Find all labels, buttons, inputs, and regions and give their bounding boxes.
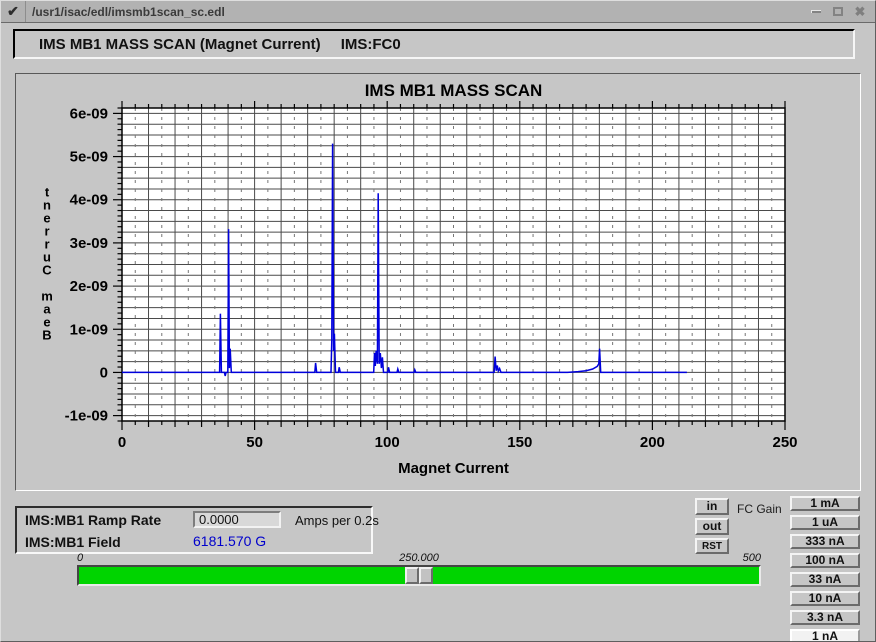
ramp-rate-label: IMS:MB1 Ramp Rate: [25, 512, 161, 528]
y-tick-label: 4e-09: [70, 192, 108, 209]
fc-gain-column: 1 mA 1 uA 333 nA 100 nA 33 nA 10 nA 3.3 …: [790, 496, 860, 642]
y-tick-label: 6e-09: [70, 105, 108, 122]
y-tick-label: -1e-09: [65, 408, 108, 425]
titlebar: ✔ /usr1/isac/edl/imsmb1scan_sc.edl ✖: [1, 1, 875, 23]
slider-thumb-left-half: [405, 567, 419, 584]
window-menu-icon[interactable]: ✔: [1, 1, 26, 22]
maximize-icon: [833, 7, 843, 16]
fc-gain-label: FC Gain: [737, 502, 782, 516]
gain-button-1ma[interactable]: 1 mA: [790, 496, 860, 511]
window-controls: ✖: [801, 1, 875, 22]
gain-button-33na[interactable]: 33 nA: [790, 572, 860, 587]
minimize-button[interactable]: [809, 5, 823, 19]
ramp-rate-input[interactable]: [193, 511, 281, 528]
gain-button-10na[interactable]: 10 nA: [790, 591, 860, 606]
gain-button-100na[interactable]: 100 nA: [790, 553, 860, 568]
field-label: IMS:MB1 Field: [25, 534, 121, 550]
y-tick-label: 5e-09: [70, 149, 108, 166]
close-button[interactable]: ✖: [853, 5, 867, 19]
ramp-panel: IMS:MB1 Ramp Rate Amps per 0.2s IMS:MB1 …: [15, 506, 373, 554]
y-tick-label: 3e-09: [70, 235, 108, 252]
header-box: IMS MB1 MASS SCAN (Magnet Current) IMS:F…: [13, 29, 855, 59]
slider-thumb-right-half: [419, 567, 433, 584]
edm-window: ✔ /usr1/isac/edl/imsmb1scan_sc.edl ✖ IMS…: [0, 0, 876, 642]
mass-scan-plot: 6e-09 5e-09 4e-09 3e-09 2e-09 1e-09 0 -1e-09 0 50…: [16, 74, 860, 490]
x-tick-label: 0: [118, 434, 126, 451]
x-tick-label: 50: [246, 434, 263, 451]
gain-button-1ua[interactable]: 1 uA: [790, 515, 860, 530]
x-tick-label: 150: [507, 434, 532, 451]
maximize-button[interactable]: [831, 5, 845, 19]
gain-button-3.3na[interactable]: 3.3 nA: [790, 610, 860, 625]
y-tick-label: 1e-09: [70, 321, 108, 338]
chart-title: IMS MB1 MASS SCAN: [365, 81, 543, 100]
x-tick-label: 250: [772, 434, 797, 451]
ramp-rate-units: Amps per 0.2s: [295, 513, 379, 528]
gain-button-1na[interactable]: 1 nA: [790, 629, 860, 642]
x-axis-title: Magnet Current: [398, 460, 509, 477]
y-tick-label: 0: [100, 364, 108, 381]
slider-max-label: 500: [77, 552, 761, 564]
fc-in-button[interactable]: in: [695, 498, 729, 515]
gain-button-333na[interactable]: 333 nA: [790, 534, 860, 549]
magnet-current-slider-track[interactable]: [77, 565, 761, 586]
y-axis-title-char: C: [42, 263, 52, 278]
magnet-current-slider-thumb[interactable]: [405, 567, 433, 584]
page-title: IMS MB1 MASS SCAN (Magnet Current): [39, 36, 321, 53]
field-value: 6181.570 G: [193, 533, 266, 549]
x-tick-label: 200: [640, 434, 665, 451]
device-name: IMS:FC0: [341, 36, 401, 53]
close-icon: ✖: [855, 5, 866, 18]
x-tick-label: 100: [375, 434, 400, 451]
mass-scan-chart-panel: 6e-09 5e-09 4e-09 3e-09 2e-09 1e-09 0 -1e-09 0 50…: [15, 73, 861, 491]
fc-out-button[interactable]: out: [695, 518, 729, 535]
window-title: /usr1/isac/edl/imsmb1scan_sc.edl: [26, 5, 801, 19]
y-axis-title-char: B: [42, 328, 51, 343]
y-tick-label: 2e-09: [70, 278, 108, 295]
minimize-icon: [811, 10, 821, 13]
